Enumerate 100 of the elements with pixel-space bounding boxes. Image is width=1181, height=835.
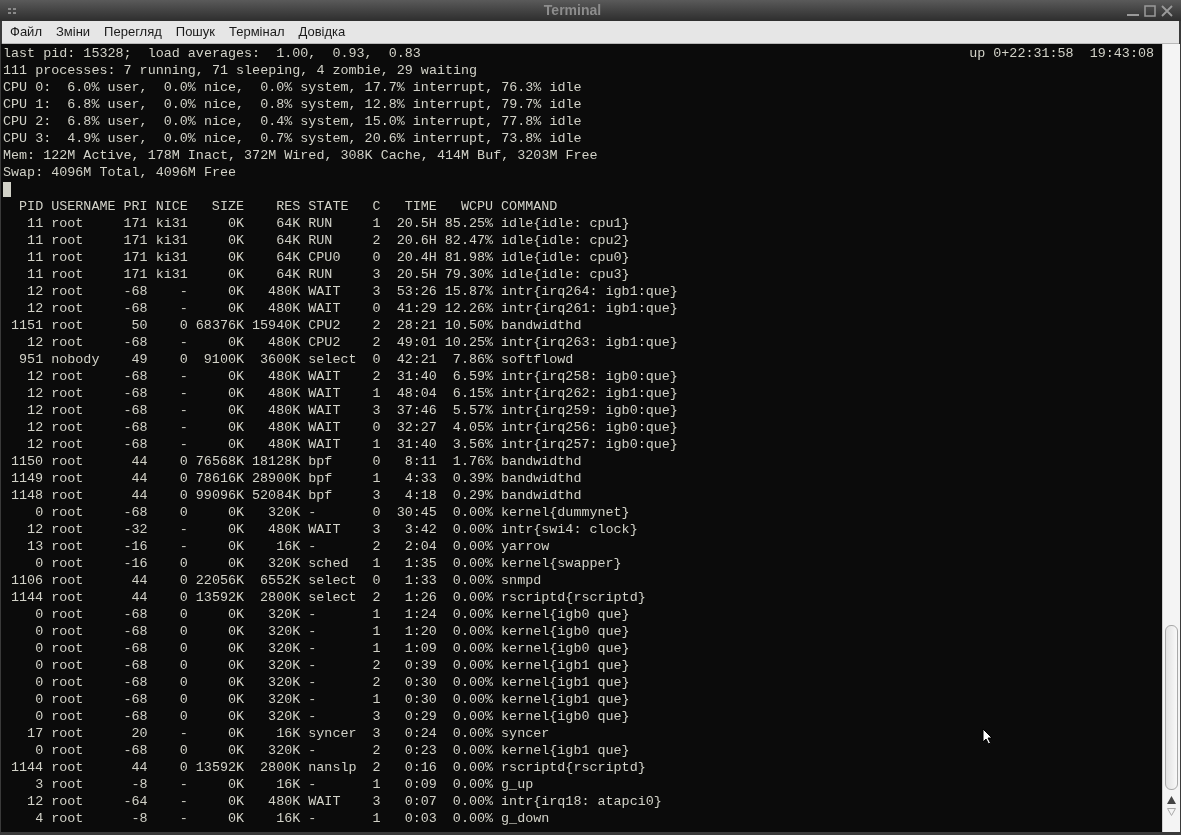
table-cell-text: root bbox=[51, 436, 85, 453]
table-cell: kernel{igb0 que} bbox=[501, 623, 630, 640]
menu-item[interactable]: Перегляд bbox=[104, 22, 162, 42]
table-cell-text: 0K bbox=[226, 708, 244, 725]
table-cell-text: 320K bbox=[267, 504, 301, 521]
table-cell-text: CPU0 bbox=[308, 249, 342, 266]
table-cell: g_down bbox=[501, 810, 550, 827]
table-cell: ki31 bbox=[155, 232, 188, 249]
table-cell-text: 0K bbox=[226, 606, 244, 623]
table-cell-text: 1106 bbox=[10, 572, 44, 589]
table-cell-text: 1:09 bbox=[403, 640, 437, 657]
table-cell-text: root bbox=[51, 708, 85, 725]
table-cell-text: 1:20 bbox=[403, 623, 437, 640]
table-cell-text: - bbox=[178, 419, 188, 436]
menu-item[interactable]: Довідка bbox=[298, 22, 346, 42]
table-cell-text: 0K bbox=[226, 538, 244, 555]
table-cell-text: root bbox=[51, 640, 85, 657]
table-cell-text: root bbox=[51, 470, 85, 487]
scrollbar-thumb[interactable] bbox=[1165, 625, 1178, 790]
table-cell-text: 0 bbox=[178, 742, 188, 759]
load-line: last pid: 15328; load averages: 1.00, 0.93, 0.83 bbox=[3, 45, 421, 62]
table-cell: intr{irq259: igb0:que} bbox=[501, 402, 678, 419]
table-cell-text: - bbox=[178, 402, 188, 419]
table-cell-text: root bbox=[51, 691, 85, 708]
table-cell: select bbox=[308, 351, 357, 368]
table-cell-text: 12 bbox=[26, 283, 44, 300]
table-cell: -68 bbox=[123, 385, 148, 402]
menu-item[interactable]: Пошук bbox=[175, 22, 215, 42]
table-cell-text: RUN bbox=[308, 215, 334, 232]
scroll-up-icon[interactable] bbox=[1167, 796, 1176, 804]
table-cell-text: 1 bbox=[371, 606, 381, 623]
table-cell-text: 0 bbox=[178, 691, 188, 708]
table-cell-text: CPU2 bbox=[308, 317, 342, 334]
table-cell-text: 0.00% bbox=[451, 810, 494, 827]
table-cell: 28900K bbox=[252, 470, 301, 487]
table-cell-text: 0 bbox=[34, 657, 44, 674]
table-cell-text: 64K bbox=[275, 232, 301, 249]
table-cell-text: 0 bbox=[34, 708, 44, 725]
table-cell-text: root bbox=[51, 266, 85, 283]
menu-item[interactable]: Файл bbox=[10, 22, 42, 42]
table-cell-text: root bbox=[51, 606, 85, 623]
table-cell-text: RUN bbox=[308, 266, 334, 283]
table-cell-text: - bbox=[178, 300, 188, 317]
table-cell-text: 53:26 bbox=[395, 283, 437, 300]
close-icon[interactable] bbox=[1161, 4, 1173, 17]
table-cell-text: root bbox=[51, 572, 85, 589]
table-cell-text: root bbox=[51, 623, 85, 640]
table-cell-text: 1.76% bbox=[451, 453, 494, 470]
table-cell-text: 0 bbox=[178, 623, 188, 640]
table-cell-text: 0K bbox=[226, 436, 244, 453]
table-cell-text: 0K bbox=[226, 623, 244, 640]
table-cell-text: 3600K bbox=[259, 351, 301, 368]
table-cell-text: 0K bbox=[226, 232, 244, 249]
scrollbar[interactable] bbox=[1162, 44, 1180, 832]
table-cell-text: 2 bbox=[371, 334, 381, 351]
table-cell-text: 0:29 bbox=[403, 708, 437, 725]
table-cell-text: root bbox=[51, 300, 85, 317]
table-cell-text: 12 bbox=[26, 334, 44, 351]
column-header: STATE bbox=[308, 198, 350, 215]
table-cell: rscriptd{rscriptd} bbox=[501, 759, 646, 776]
table-cell-text: 3.56% bbox=[451, 436, 494, 453]
table-cell: -68 bbox=[123, 657, 148, 674]
table-cell-text: 0 bbox=[371, 572, 381, 589]
table-cell: -68 bbox=[123, 300, 148, 317]
table-cell-text: 3 bbox=[371, 402, 381, 419]
table-cell-text: root bbox=[51, 793, 85, 810]
uptime-text: up 0+22:31:58 19:43:08 bbox=[969, 45, 1154, 62]
table-cell-text: root bbox=[51, 759, 85, 776]
table-cell-text: 12 bbox=[26, 385, 44, 402]
column-header: PRI bbox=[123, 198, 148, 215]
table-cell-text: root bbox=[51, 334, 85, 351]
table-cell: kernel{igb0 que} bbox=[501, 708, 630, 725]
menu-item[interactable]: Зміни bbox=[55, 22, 91, 42]
table-cell-text: WAIT bbox=[308, 283, 342, 300]
table-cell-text: 320K bbox=[267, 708, 301, 725]
table-cell-text: 0 bbox=[34, 623, 44, 640]
menu-item[interactable]: Термінал bbox=[229, 22, 285, 42]
maximize-icon[interactable] bbox=[1144, 4, 1156, 17]
table-cell-text: 0 bbox=[178, 555, 188, 572]
table-cell-text: 3 bbox=[371, 487, 381, 504]
scroll-down-icon[interactable] bbox=[1167, 808, 1176, 816]
table-cell-text: - bbox=[178, 436, 188, 453]
table-cell-text: 1 bbox=[371, 436, 381, 453]
table-cell-text: root bbox=[51, 725, 85, 742]
table-cell-text: 0:30 bbox=[403, 691, 437, 708]
table-cell-text: 50 bbox=[130, 317, 148, 334]
grip-icon[interactable] bbox=[8, 6, 18, 15]
table-cell-text: 0.00% bbox=[451, 606, 494, 623]
status-line: CPU 2: 6.8% user, 0.0% nice, 0.4% system, 15.0% interrupt, 77.8% idle bbox=[3, 114, 582, 129]
table-cell: ki31 bbox=[155, 215, 188, 232]
table-cell-text: root bbox=[51, 453, 85, 470]
table-cell-text: WAIT bbox=[308, 300, 342, 317]
status-line: CPU 0: 6.0% user, 0.0% nice, 0.0% system, 17.7% interrupt, 76.3% idle bbox=[3, 80, 582, 95]
table-cell-text: 1 bbox=[371, 215, 381, 232]
table-cell-text: 0 bbox=[178, 504, 188, 521]
table-cell-text: 0K bbox=[226, 674, 244, 691]
table-cell: -68 bbox=[123, 691, 148, 708]
table-cell-text: 0.00% bbox=[451, 691, 494, 708]
table-cell-text: 32:27 bbox=[395, 419, 437, 436]
table-cell-text: 0.00% bbox=[451, 521, 494, 538]
